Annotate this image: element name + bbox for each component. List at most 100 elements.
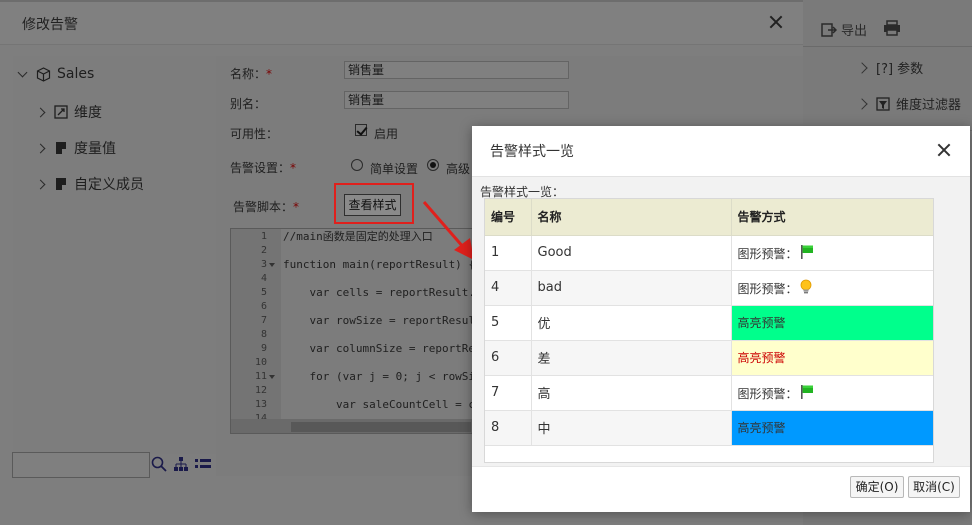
line-number: 8	[260, 329, 267, 340]
chevron-right-icon	[856, 61, 868, 74]
ok-button[interactable]: 确定(O)	[850, 476, 904, 498]
dimension-icon	[54, 105, 68, 119]
close-icon[interactable]	[768, 14, 784, 30]
row-mode-cell: 高亮预警	[731, 410, 933, 446]
line-number: 5	[260, 287, 267, 298]
fold-arrow-icon[interactable]	[269, 263, 275, 267]
name-label: 名称：*	[230, 67, 273, 81]
tree-node-label: Sales	[57, 66, 95, 82]
advanced-setting-radio[interactable]	[427, 159, 439, 171]
alert-style-list-dialog: 告警样式一览 告警样式一览： 编号 名称 告警方式 1 Good 图形预警： 4 bad…	[472, 126, 970, 512]
cancel-button[interactable]: 取消(C)	[908, 476, 960, 498]
line-number: 11	[254, 371, 267, 382]
line-number: 13	[254, 399, 267, 410]
simple-setting-radio[interactable]	[351, 159, 363, 171]
row-mode-label: 高亮预警	[737, 421, 786, 435]
code-line: var saleCountCell = c	[283, 398, 476, 411]
tree-search-input[interactable]	[12, 452, 150, 478]
view-style-button[interactable]: 查看样式	[344, 194, 401, 216]
table-row[interactable]: 7 高图形预警：	[485, 375, 933, 411]
code-line: var rowSize = reportResul	[283, 314, 476, 327]
editor-scroll-thumb[interactable]	[291, 422, 471, 432]
line-number: 3	[260, 259, 267, 270]
row-id-cell: 4	[485, 270, 532, 306]
table-row[interactable]: 1 Good 图形预警：	[485, 235, 933, 271]
code-line: //main函数是固定的处理入口	[283, 230, 433, 243]
style-list-body: 告警样式一览： 编号 名称 告警方式 1 Good 图形预警： 4 bad 图形预警： 5 优…	[472, 176, 970, 466]
tree-node-measures[interactable]: 度量值	[35, 138, 116, 158]
printer-icon	[884, 20, 900, 36]
column-header-id: 编号	[485, 199, 532, 236]
code-line: var columnSize = reportRe	[283, 342, 476, 355]
chevron-right-icon	[35, 107, 46, 117]
tree-node-custom-members[interactable]: 自定义成员	[35, 174, 144, 194]
line-number: 12	[254, 385, 267, 396]
row-mode-label: 高亮预警	[737, 351, 786, 365]
table-row[interactable]: 5 优高亮预警	[485, 305, 933, 341]
background-divider	[803, 46, 972, 47]
chevron-down-icon	[17, 67, 28, 77]
cube-icon	[36, 66, 51, 82]
table-row[interactable]: 8 中高亮预警	[485, 410, 933, 446]
tree-node-sales[interactable]: Sales	[17, 66, 95, 82]
row-mode-cell: 高亮预警	[731, 340, 933, 376]
row-name-cell: 差	[531, 340, 732, 376]
background-item-dimension-filter[interactable]: 维度过滤器	[856, 94, 962, 113]
line-number: 9	[260, 343, 267, 354]
row-mode-label: 高亮预警	[737, 316, 786, 330]
row-id-cell: 1	[485, 235, 532, 271]
field-tree: Sales 维度 度量值 自定义成员	[13, 56, 216, 454]
code-line: var cells = reportResult.	[283, 286, 476, 299]
fold-arrow-icon[interactable]	[269, 375, 275, 379]
dimension-filter-label: 维度过滤器	[896, 98, 962, 113]
lightbulb-icon	[800, 279, 811, 293]
search-icon[interactable]	[151, 456, 167, 472]
name-input[interactable]: 销售量	[344, 61, 569, 79]
line-number: 6	[260, 301, 267, 312]
alias-input[interactable]: 销售量	[344, 91, 569, 109]
line-number: 4	[260, 273, 267, 284]
code-line: for (var j = 0; j < rowSi	[283, 370, 476, 383]
column-header-name: 名称	[531, 199, 732, 236]
row-mode-cell: 图形预警：	[731, 235, 933, 271]
row-name-cell: 高	[531, 375, 732, 411]
background-item-params[interactable]: [?] 参数	[856, 58, 923, 77]
list-view-icon[interactable]	[194, 456, 212, 472]
line-number: 10	[254, 357, 267, 368]
export-button[interactable]: 导出	[821, 20, 867, 39]
table-row[interactable]: 4 bad 图形预警：	[485, 270, 933, 306]
style-list-footer: 确定(O) 取消(C)	[472, 466, 970, 512]
annotation-arrow-icon	[422, 201, 474, 260]
tree-node-label: 度量值	[74, 141, 116, 157]
alert-setting-label: 告警设置：*	[230, 161, 297, 175]
row-name-cell: 优	[531, 305, 732, 341]
row-mode-cell: 图形预警：	[731, 270, 933, 306]
table-row[interactable]: 6 差高亮预警	[485, 340, 933, 376]
tree-node-dimension[interactable]: 维度	[35, 102, 102, 122]
advanced-setting-label: 高级	[446, 162, 471, 176]
green-flag-icon	[800, 384, 813, 399]
enable-checkbox[interactable]	[355, 124, 367, 136]
line-number: 7	[260, 315, 267, 326]
style-table-header: 编号 名称 告警方式	[485, 199, 933, 236]
tree-node-label: 自定义成员	[74, 177, 144, 193]
row-name-cell: 中	[531, 410, 732, 446]
line-number: 2	[260, 245, 267, 256]
chevron-right-icon	[35, 179, 46, 189]
tree-node-label: 维度	[74, 105, 102, 121]
row-id-cell: 6	[485, 340, 532, 376]
green-flag-icon	[800, 244, 813, 259]
enable-label: 启用	[374, 127, 399, 141]
close-icon[interactable]	[937, 143, 951, 157]
row-mode-cell: 高亮预警	[731, 305, 933, 341]
style-list-dialog-title: 告警样式一览	[490, 144, 574, 160]
export-label: 导出	[841, 24, 868, 39]
print-button[interactable]	[883, 20, 905, 36]
filter-icon	[876, 96, 890, 111]
row-id-cell: 5	[485, 305, 532, 341]
hierarchy-icon[interactable]	[173, 456, 189, 472]
row-id-cell: 8	[485, 410, 532, 446]
chevron-right-icon	[856, 97, 868, 110]
editor-horizontal-scrollbar[interactable]	[231, 419, 479, 433]
measure-icon	[56, 142, 67, 154]
